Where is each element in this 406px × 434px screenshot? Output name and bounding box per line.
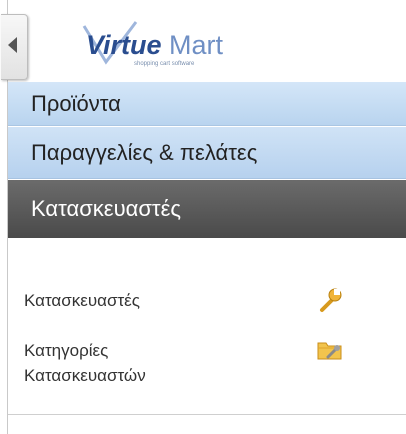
nav-item-label: Κατασκευαστές [31, 196, 182, 221]
logo-text-virtue: Virtue [86, 30, 162, 60]
logo-tagline: shopping cart software [134, 61, 195, 67]
folder-wrench-icon[interactable] [316, 336, 344, 364]
collapse-sidebar-button[interactable] [1, 14, 28, 80]
wrench-icon[interactable] [316, 286, 344, 314]
vm-sidebar-panel: Virtue Mart shopping cart software Προϊό… [1, 0, 406, 434]
submenu-item-label-line2: Κατασκευαστών [24, 366, 146, 385]
submenu-item-manufacturer-categories[interactable]: Κατηγορίες Κατασκευαστών [24, 338, 146, 388]
nav-item-label: Προϊόντα [31, 90, 121, 116]
manufacturers-submenu: Κατασκευαστές Κατηγορίες Κατασκευαστών [8, 238, 406, 414]
nav-item-label: Παραγγελίες & πελάτες [31, 139, 258, 165]
submenu-item-label-line1: Κατηγορίες [24, 341, 109, 360]
nav-item-manufacturers[interactable]: Κατασκευαστές [8, 180, 406, 238]
logo-text-mart: Mart [169, 30, 223, 60]
nav-item-products[interactable]: Προϊόντα [8, 82, 406, 126]
panel-bottom-divider [8, 414, 406, 415]
submenu-item-manufacturers[interactable]: Κατασκευαστές [24, 288, 140, 313]
chevron-left-icon [8, 37, 17, 53]
logo-bar: Virtue Mart shopping cart software [1, 0, 406, 82]
nav-item-orders-customers[interactable]: Παραγγελίες & πελάτες [8, 127, 406, 179]
virtuemart-logo: Virtue Mart shopping cart software [82, 21, 223, 67]
submenu-item-label: Κατασκευαστές [24, 291, 140, 310]
